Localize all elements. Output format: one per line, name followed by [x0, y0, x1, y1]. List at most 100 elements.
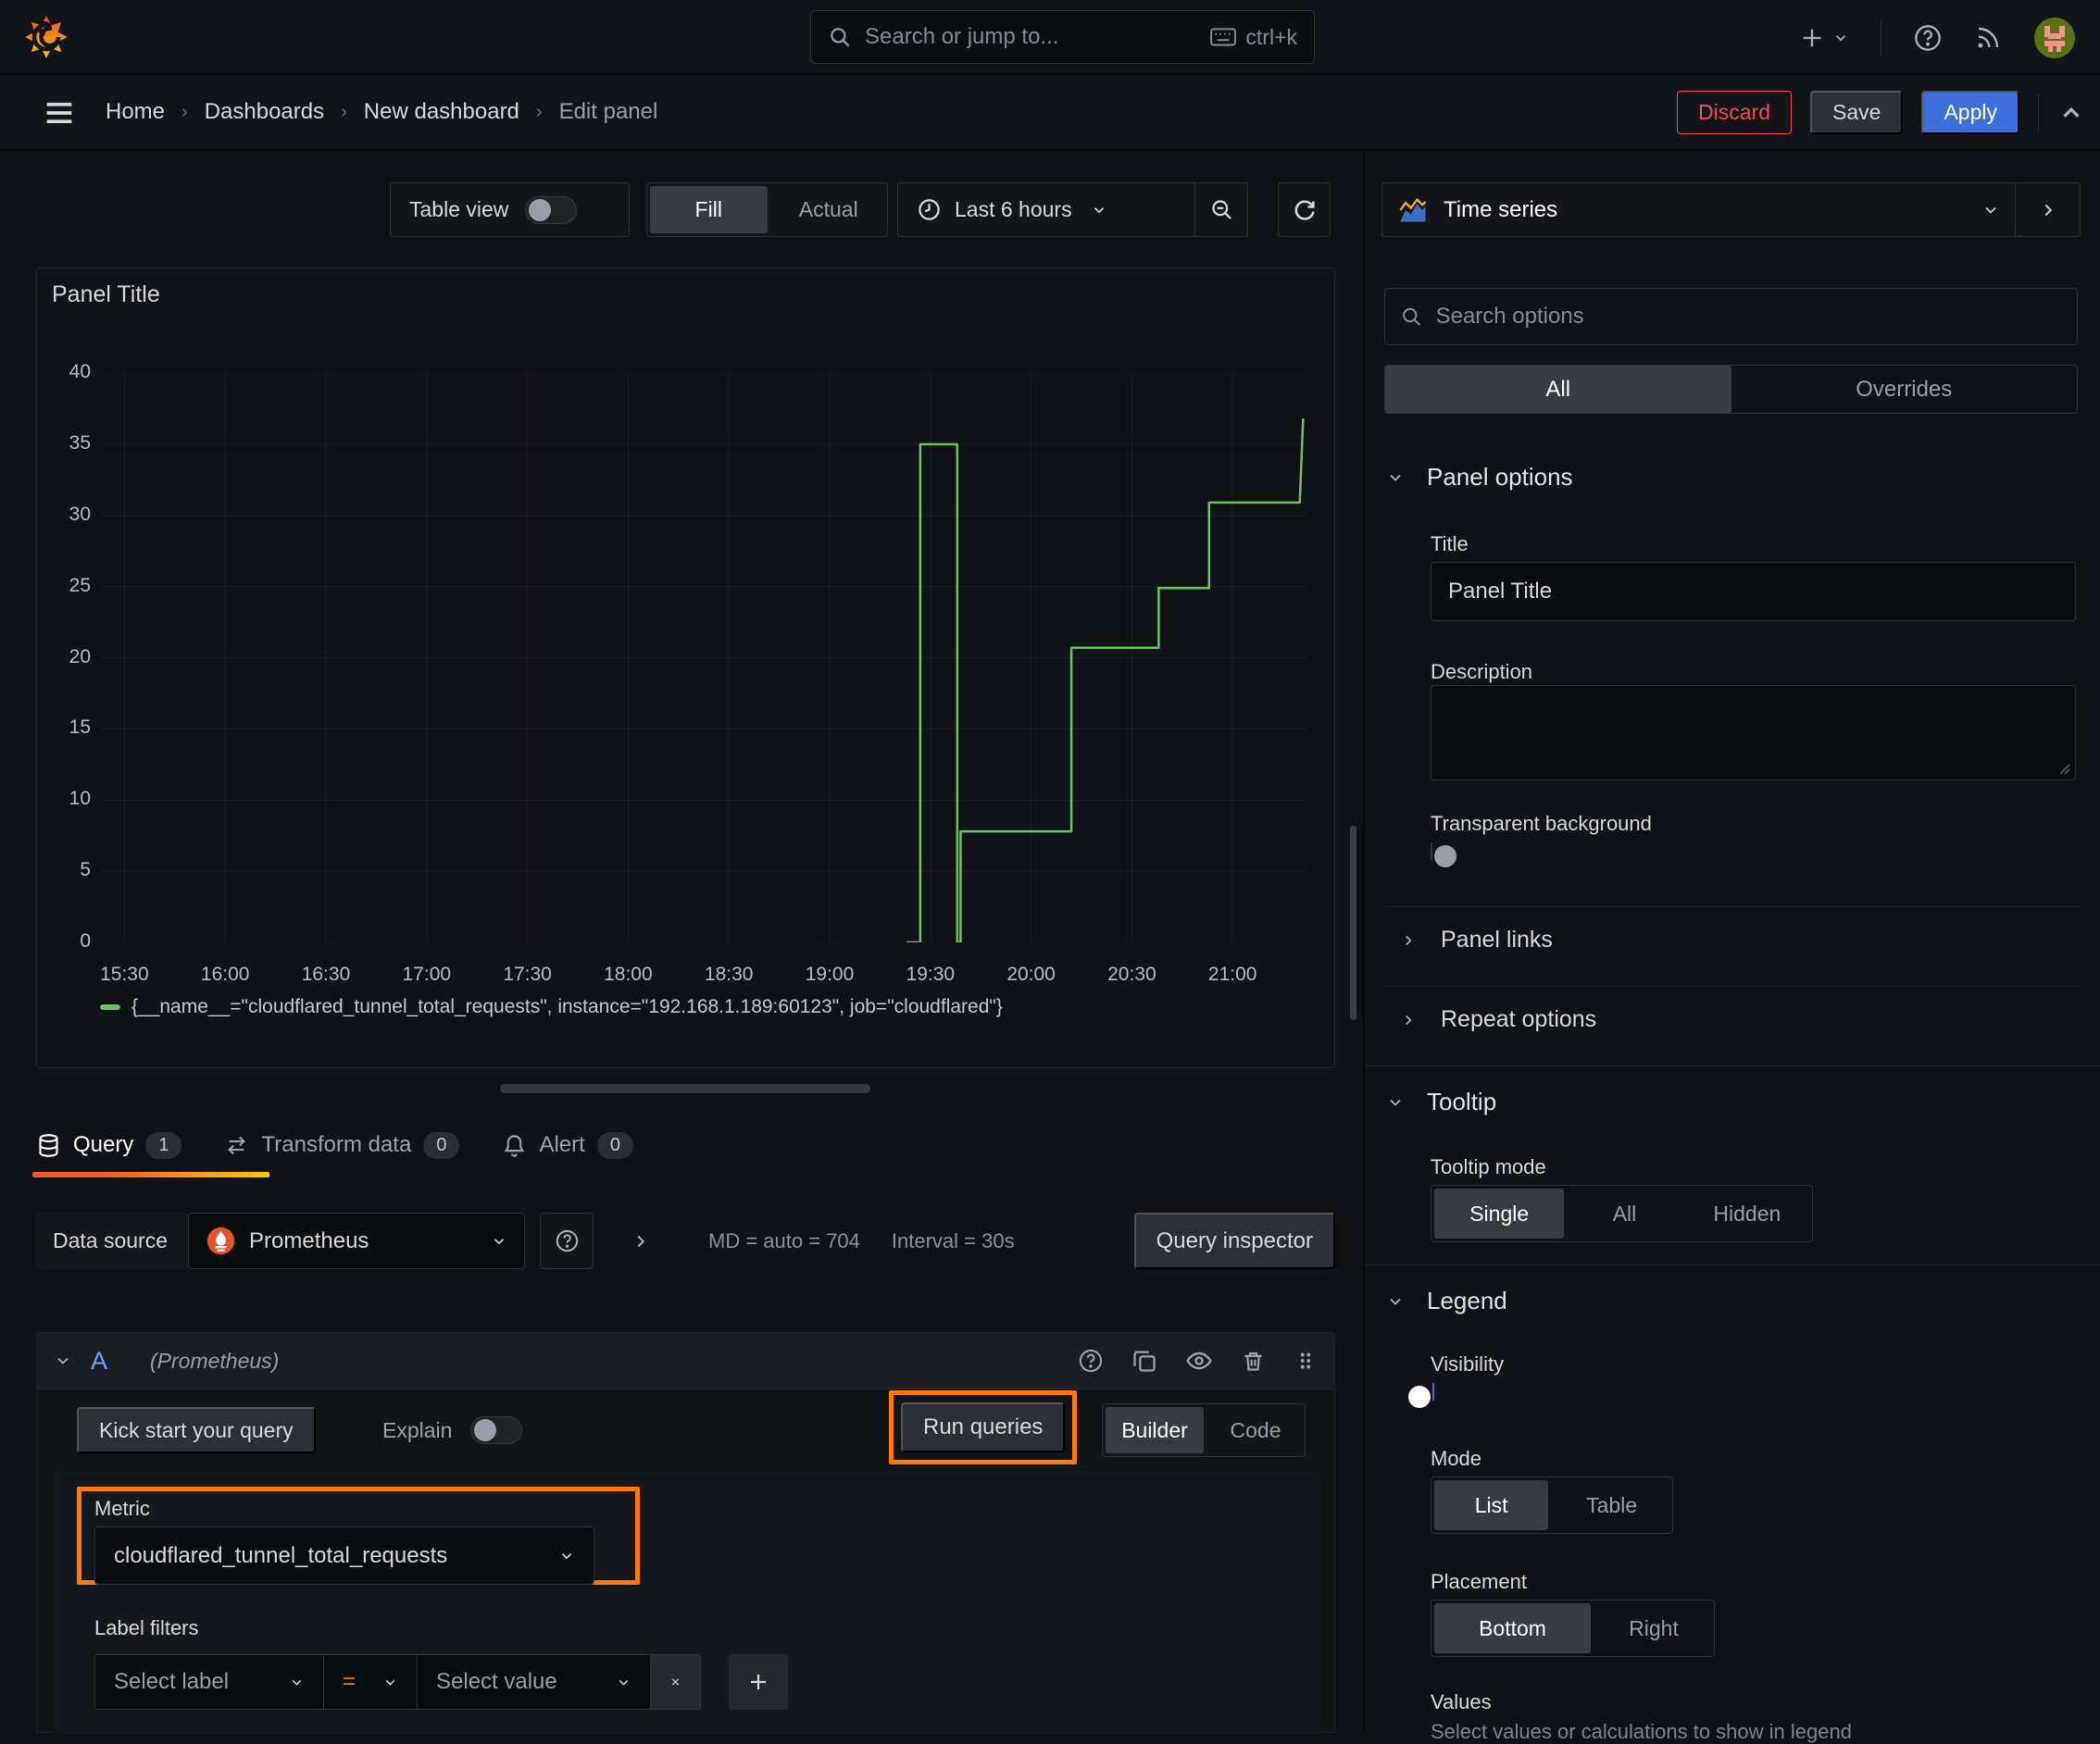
breadcrumb-home[interactable]: Home	[106, 99, 165, 125]
datasource-picker[interactable]: Prometheus	[188, 1213, 526, 1269]
toggle-visibility-icon[interactable]	[1185, 1347, 1213, 1375]
panel-title[interactable]: Panel Title	[52, 281, 160, 308]
operator-dropdown[interactable]: =	[323, 1654, 417, 1710]
panel-options-section[interactable]: Panel options	[1386, 463, 1573, 492]
apply-button[interactable]: Apply	[1921, 91, 2019, 134]
actual-option[interactable]: Actual	[770, 183, 888, 236]
duplicate-icon[interactable]	[1131, 1348, 1157, 1374]
transform-count-badge: 0	[423, 1131, 460, 1159]
tooltip-section[interactable]: Tooltip	[1386, 1088, 1496, 1116]
values-label: Values	[1431, 1690, 1492, 1713]
breadcrumb-new-dashboard[interactable]: New dashboard	[364, 99, 519, 125]
save-button[interactable]: Save	[1810, 91, 1904, 134]
legend-section[interactable]: Legend	[1386, 1287, 1507, 1315]
keyboard-icon	[1210, 27, 1237, 47]
chevron-down-icon	[1390, 1298, 1401, 1305]
drag-grip-icon[interactable]	[1294, 1349, 1318, 1373]
datasource-help-button[interactable]	[540, 1213, 594, 1269]
fill-option[interactable]: Fill	[650, 186, 768, 233]
global-search[interactable]: Search or jump to... ctrl+k	[810, 10, 1315, 64]
question-circle-icon[interactable]	[1078, 1348, 1104, 1374]
time-range-button[interactable]: Last 6 hours	[898, 197, 1194, 222]
add-new-button[interactable]	[1799, 25, 1849, 51]
refresh-button[interactable]	[1278, 182, 1331, 237]
viz-select-button[interactable]: Time series	[1382, 183, 2015, 236]
y-tick: 15	[69, 716, 91, 739]
run-queries-highlight: Run queries	[889, 1390, 1078, 1464]
tooltip-all-option[interactable]: All	[1567, 1186, 1681, 1241]
tab-transform-data[interactable]: Transform data 0	[224, 1111, 460, 1179]
legend-visibility-toggle[interactable]	[1408, 1383, 1434, 1408]
visualization-picker: Time series	[1381, 182, 2081, 237]
chevron-right-icon[interactable]	[631, 1231, 651, 1252]
x-tick: 19:00	[805, 964, 855, 985]
chevron-down-icon	[292, 1679, 302, 1686]
metric-highlight: Metric cloudflared_tunnel_total_requests	[77, 1487, 640, 1585]
toggle-viz-pane-button[interactable]	[2015, 183, 2080, 236]
description-textarea[interactable]	[1431, 685, 2076, 780]
grafana-logo[interactable]	[24, 15, 69, 59]
builder-option[interactable]: Builder	[1106, 1407, 1204, 1453]
query-ref-id[interactable]: A	[91, 1347, 107, 1376]
tooltip-single-option[interactable]: Single	[1434, 1189, 1565, 1239]
run-queries-button[interactable]: Run queries	[901, 1402, 1066, 1452]
series-legend-label[interactable]: {__name__="cloudflared_tunnel_total_requ…	[131, 996, 1003, 1018]
table-view-toggle[interactable]	[525, 195, 578, 224]
menu-toggle-icon[interactable]	[41, 94, 78, 131]
tab-alert[interactable]: Alert 0	[502, 1111, 633, 1179]
tab-overrides[interactable]: Overrides	[1731, 366, 2078, 413]
zoom-out-button[interactable]	[1195, 183, 1247, 236]
tab-query[interactable]: Query 1	[36, 1111, 182, 1179]
search-icon	[1403, 307, 1421, 326]
chart-svg	[101, 373, 1306, 942]
divider	[2038, 93, 2039, 131]
divider	[1386, 906, 2081, 907]
code-option[interactable]: Code	[1206, 1404, 1305, 1456]
bell-icon	[505, 1134, 525, 1157]
mode-list-option[interactable]: List	[1434, 1480, 1549, 1530]
options-search[interactable]	[1384, 288, 2078, 345]
panel-title-input[interactable]	[1431, 562, 2076, 621]
explain-toggle[interactable]	[470, 1416, 523, 1444]
chevron-down-icon	[1094, 206, 1104, 213]
query-inspector-button[interactable]: Query inspector	[1133, 1213, 1335, 1269]
query-a-header[interactable]: A (Prometheus)	[37, 1333, 1334, 1389]
panel-links-section[interactable]: Panel links	[1400, 927, 1553, 953]
question-circle-icon	[556, 1229, 578, 1252]
placement-right-option[interactable]: Right	[1594, 1601, 1714, 1656]
datasource-row: Data source Prometheus MD = auto = 704 I…	[36, 1213, 1335, 1269]
label-filter-row: Select label = Select value	[94, 1654, 701, 1710]
collapse-header-icon[interactable]	[2057, 99, 2085, 127]
pane-resize-handle[interactable]	[500, 1084, 870, 1093]
x-tick: 21:00	[1207, 964, 1257, 985]
description-label: Description	[1431, 660, 1533, 683]
tab-all-options[interactable]: All	[1385, 366, 1731, 413]
user-avatar[interactable]	[2033, 17, 2076, 59]
news-rss-icon[interactable]	[1974, 24, 2002, 52]
chevron-down-icon	[1985, 206, 1996, 214]
tooltip-hidden-option[interactable]: Hidden	[1682, 1186, 1812, 1241]
metric-select[interactable]: cloudflared_tunnel_total_requests	[94, 1526, 594, 1585]
options-search-input[interactable]	[1435, 304, 2062, 330]
options-scrollbar[interactable]	[1350, 826, 1356, 1020]
y-tick: 20	[69, 645, 91, 667]
add-filter-button[interactable]	[729, 1654, 788, 1710]
select-value-dropdown[interactable]: Select value	[417, 1654, 650, 1710]
select-label-dropdown[interactable]: Select label	[94, 1654, 323, 1710]
trash-icon[interactable]	[1241, 1349, 1266, 1374]
kickstart-query-button[interactable]: Kick start your query	[77, 1407, 316, 1453]
placement-bottom-option[interactable]: Bottom	[1434, 1603, 1591, 1653]
transparent-bg-toggle[interactable]	[1431, 842, 1456, 867]
repeat-options-section[interactable]: Repeat options	[1400, 1006, 1596, 1033]
remove-filter-button[interactable]	[650, 1654, 701, 1710]
chart-plot[interactable]	[101, 373, 1306, 942]
timeseries-viz-icon	[1399, 197, 1427, 221]
mode-table-option[interactable]: Table	[1551, 1477, 1672, 1533]
series-color-mark	[100, 1004, 120, 1010]
help-icon[interactable]	[1913, 23, 1943, 53]
explain-control: Explain	[382, 1407, 523, 1453]
discard-button[interactable]: Discard	[1677, 91, 1793, 134]
breadcrumb-dashboards[interactable]: Dashboards	[205, 99, 324, 125]
chevron-down-icon	[1835, 34, 1846, 42]
x-tick: 20:30	[1107, 964, 1156, 985]
